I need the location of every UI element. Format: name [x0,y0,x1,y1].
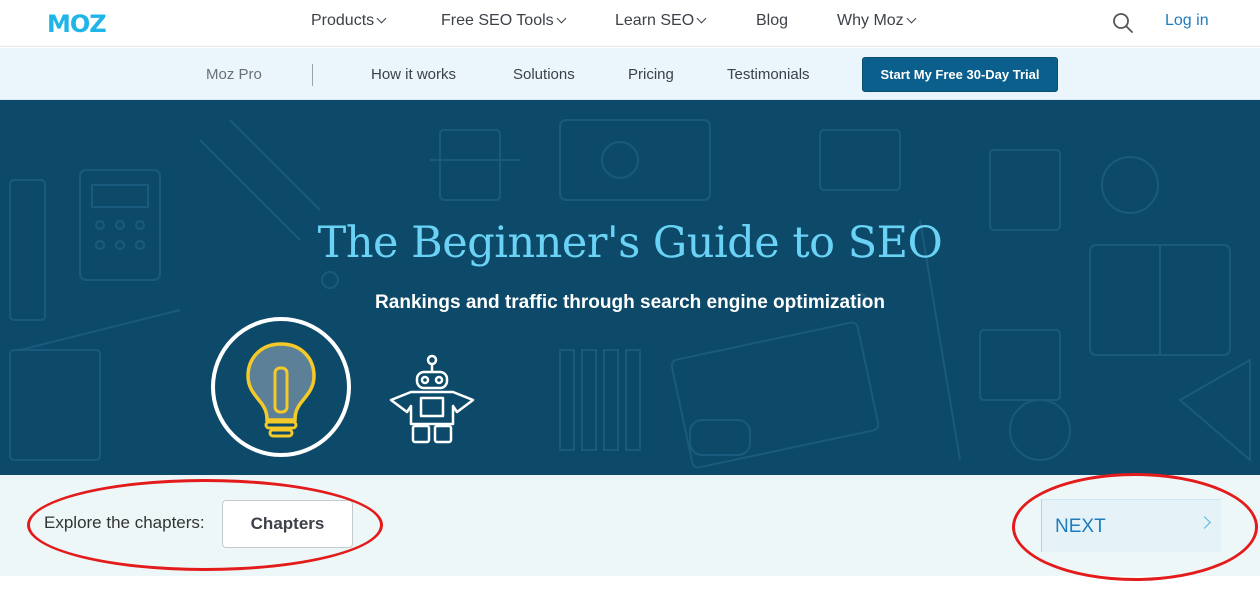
subnav-solutions[interactable]: Solutions [513,66,575,83]
subnav-divider [312,64,313,86]
subnav-pricing[interactable]: Pricing [628,66,674,83]
nav-blog-label: Blog [756,12,789,29]
nav-free-seo-tools[interactable]: Free SEO Tools [441,12,567,30]
chevron-down-icon [696,13,707,24]
page-subtitle: Rankings and traffic through search engi… [375,292,885,313]
nav-products[interactable]: Products [311,12,387,30]
nav-blog[interactable]: Blog [756,12,788,30]
hero-background-pattern [9,119,1251,469]
search-icon[interactable] [1112,12,1134,34]
page-blank-area [0,576,1260,614]
annotation-circle-chapters [27,479,383,571]
chevron-down-icon [906,13,917,24]
lightbulb-icon [211,317,351,457]
free-trial-button[interactable]: Start My Free 30-Day Trial [862,57,1058,92]
product-subnav: Moz Pro How it works Solutions Pricing T… [0,48,1260,100]
nav-free-seo-tools-label: Free SEO Tools [441,12,554,29]
hero-banner: The Beginner's Guide to SEO Rankings and… [0,100,1260,475]
top-navigation: MOZ Products Free SEO Tools Learn SEO Bl… [0,0,1260,47]
nav-why-moz-label: Why Moz [837,12,904,29]
nav-products-label: Products [311,12,375,29]
chevron-down-icon [376,13,387,24]
robot-icon [389,354,475,444]
subnav-testimonials[interactable]: Testimonials [727,66,810,83]
page-title: The Beginner's Guide to SEO [317,218,943,268]
subnav-moz-pro[interactable]: Moz Pro [206,66,262,83]
nav-why-moz[interactable]: Why Moz [837,12,917,30]
annotation-circle-next [1012,473,1258,581]
login-link[interactable]: Log in [1165,12,1209,30]
nav-learn-seo[interactable]: Learn SEO [615,12,707,30]
chevron-down-icon [556,13,567,24]
subnav-how-it-works[interactable]: How it works [371,66,456,83]
nav-learn-seo-label: Learn SEO [615,12,695,29]
moz-logo[interactable]: MOZ [47,10,107,38]
